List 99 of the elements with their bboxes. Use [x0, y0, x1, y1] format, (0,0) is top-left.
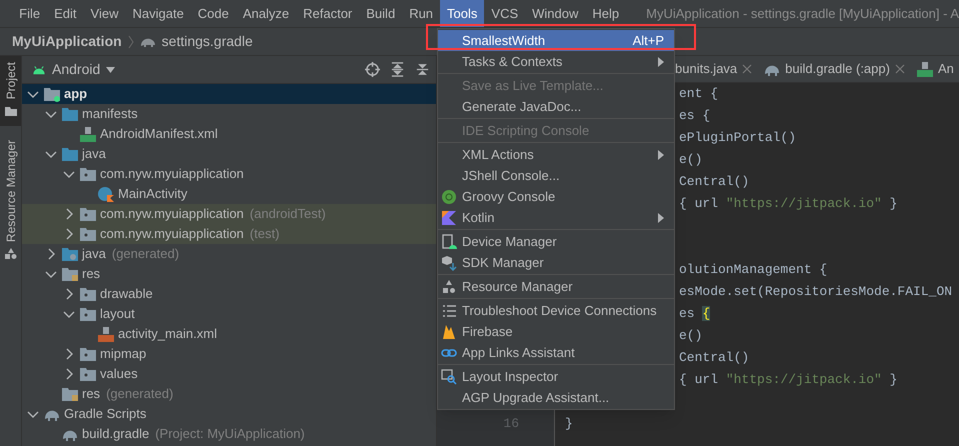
menu-item[interactable]: View: [84, 0, 126, 27]
menu-item[interactable]: Window: [525, 0, 586, 27]
code-line: e(): [679, 327, 702, 346]
menu-item[interactable]: VCS: [484, 0, 526, 27]
code-line: { url "https://jitpack.io" }: [679, 195, 898, 214]
expand-all-icon[interactable]: [390, 62, 405, 77]
code-line: ent {: [679, 85, 718, 104]
menu-entry[interactable]: SmallestWidth Alt+P: [438, 30, 674, 51]
code-line: }: [565, 415, 573, 434]
code-line: e(): [679, 151, 702, 170]
tree-row[interactable]: AndroidManifest.xml: [22, 124, 436, 144]
tree-row[interactable]: res (generated): [22, 384, 436, 404]
shapes-icon: [441, 278, 457, 294]
resource-folder-icon: [62, 386, 78, 402]
flame-icon: [441, 324, 457, 340]
tree-row[interactable]: drawable: [22, 284, 436, 304]
folder-icon: [62, 146, 78, 162]
tree-row[interactable]: MainActivity: [22, 184, 436, 204]
tree-row[interactable]: com.nyw.myuiapplication (androidTest): [22, 204, 436, 224]
device-icon: [441, 234, 457, 250]
tree-row[interactable]: mipmap: [22, 344, 436, 364]
folder-icon: [62, 106, 78, 122]
code-line: esMode.set(RepositoriesMode.FAIL_ON: [679, 283, 952, 302]
inspector-icon: [441, 368, 457, 384]
menu-entry[interactable]: Kotlin: [438, 207, 674, 228]
menu-item[interactable]: Build: [359, 0, 402, 27]
menu-item[interactable]: Code: [190, 0, 236, 27]
code-line: { url "https://jitpack.io" }: [679, 371, 898, 390]
generated-folder-icon: [62, 246, 78, 262]
menu-entry[interactable]: Resource Manager: [438, 276, 674, 297]
menu-item[interactable]: Navigate: [125, 0, 191, 27]
code-line: Central(): [679, 349, 750, 368]
breadcrumb-project[interactable]: MyUiApplication: [12, 31, 122, 52]
code-line: Central(): [679, 173, 750, 192]
package-folder-icon: [80, 166, 96, 182]
menu-entry[interactable]: Firebase: [438, 321, 674, 342]
folder-icon: [4, 105, 16, 116]
menu-item[interactable]: Tools: [440, 0, 484, 27]
package-folder-icon: [80, 366, 96, 382]
cube-download-icon: [441, 254, 457, 270]
module-folder-icon: [44, 86, 60, 102]
shapes-icon: [4, 248, 16, 260]
list-icon: [441, 302, 457, 318]
tree-row[interactable]: com.nyw.myuiapplication (test): [22, 224, 436, 244]
menu-item[interactable]: Help: [585, 0, 626, 27]
tree-row[interactable]: Gradle Scripts: [22, 404, 436, 424]
menu-entry[interactable]: Device Manager: [438, 231, 674, 252]
collapse-all-icon[interactable]: [415, 62, 430, 77]
menu-entry[interactable]: SDK Manager: [438, 252, 674, 273]
tree-row[interactable]: build.gradle (Project: MyUiApplication): [22, 424, 436, 444]
code-line: es {: [679, 305, 710, 324]
menu-entry[interactable]: App Links Assistant: [438, 342, 674, 363]
menu-item[interactable]: Edit: [47, 0, 84, 27]
manifest-file-icon: [916, 61, 933, 77]
code-line: olutionManagement {: [679, 261, 828, 280]
chevron-icon: [128, 34, 134, 48]
class-icon: [98, 186, 114, 202]
view-dropdown[interactable]: Android: [32, 59, 116, 80]
window-title: MyUiApplication - settings.gradle [MyUiApplication] - A: [646, 4, 959, 23]
code-line: es {: [679, 107, 710, 126]
menu-item[interactable]: Analyze: [236, 0, 296, 27]
tree-row[interactable]: java: [22, 144, 436, 164]
tree-row[interactable]: res: [22, 264, 436, 284]
manifest-file-icon: [80, 126, 96, 142]
kotlin-icon: [441, 210, 457, 226]
breadcrumb-file[interactable]: settings.gradle: [162, 31, 253, 52]
tool-window-tab[interactable]: Resource Manager: [0, 126, 21, 266]
menu-entry[interactable]: Layout Inspector: [438, 366, 674, 387]
package-folder-icon: [80, 346, 96, 362]
menu-entry[interactable]: Troubleshoot Device Connections: [438, 300, 674, 321]
menu-entry[interactable]: Generate JavaDoc...: [438, 96, 674, 117]
tool-window-tab[interactable]: Project: [0, 56, 21, 126]
tree-row[interactable]: app: [22, 84, 436, 104]
editor-tab[interactable]: An: [910, 56, 959, 82]
code-line: ePluginPortal(): [679, 129, 796, 148]
editor-tab[interactable]: build.gradle (:app): [758, 56, 911, 82]
tree-row[interactable]: com.nyw.myuiapplication: [22, 164, 436, 184]
menu-item[interactable]: File: [12, 0, 48, 27]
package-folder-icon: [80, 306, 96, 322]
menu-entry[interactable]: AGP Upgrade Assistant...: [438, 387, 674, 408]
android-icon: [32, 64, 46, 74]
xml-file-icon: [98, 326, 114, 342]
package-folder-icon: [80, 286, 96, 302]
tree-row[interactable]: activity_main.xml: [22, 324, 436, 344]
tree-row[interactable]: layout: [22, 304, 436, 324]
tree-row[interactable]: manifests: [22, 104, 436, 124]
groovy-icon: [441, 188, 457, 204]
menu-entry[interactable]: Groovy Console: [438, 186, 674, 207]
package-folder-icon: [80, 206, 96, 222]
locate-icon[interactable]: [365, 62, 380, 77]
tree-row[interactable]: java (generated): [22, 244, 436, 264]
menu-item[interactable]: Refactor: [296, 0, 360, 27]
menu-entry[interactable]: JShell Console...: [438, 165, 674, 186]
menu-item[interactable]: Run: [402, 0, 440, 27]
menu-entry[interactable]: XML Actions: [438, 144, 674, 165]
dropdown-caret-icon: [106, 66, 116, 72]
tree-row[interactable]: values: [22, 364, 436, 384]
resource-folder-icon: [62, 266, 78, 282]
package-folder-icon: [80, 226, 96, 242]
